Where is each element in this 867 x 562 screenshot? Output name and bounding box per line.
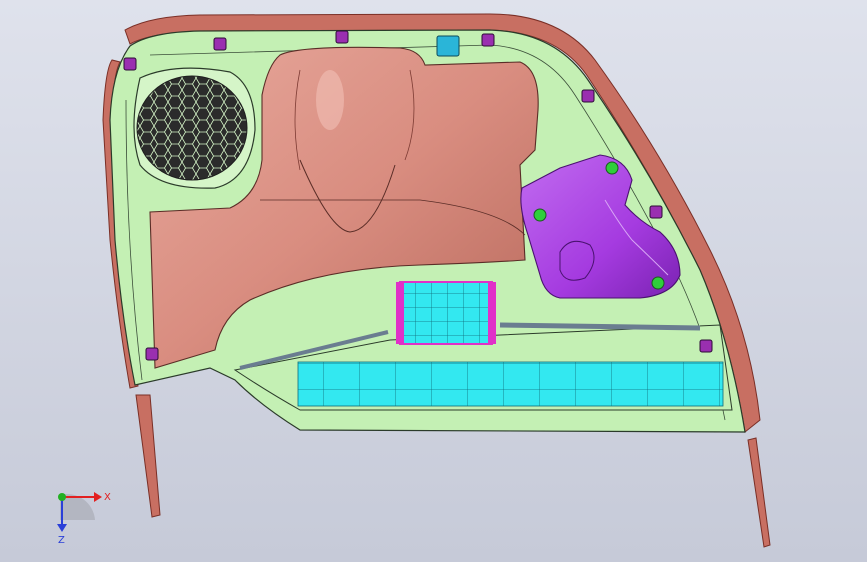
fastener-icon[interactable] xyxy=(213,37,227,51)
fastener-icon[interactable] xyxy=(649,205,663,219)
pocket-insert-grid xyxy=(399,281,493,345)
clip-icon[interactable] xyxy=(436,35,460,57)
y-axis-dot-icon xyxy=(58,493,66,501)
fastener-icon[interactable] xyxy=(581,89,595,103)
fastener-icon[interactable] xyxy=(699,339,713,353)
fastener-icon[interactable] xyxy=(335,30,349,44)
bolt-icon[interactable] xyxy=(605,161,619,175)
bolt-icon[interactable] xyxy=(651,276,665,290)
z-axis-label: Z xyxy=(58,535,65,546)
fastener-icon[interactable] xyxy=(481,33,495,47)
pocket-rail xyxy=(499,322,701,331)
speaker-grille[interactable] xyxy=(133,67,256,189)
speaker-mesh xyxy=(136,75,248,181)
bolt-icon[interactable] xyxy=(533,208,547,222)
cad-viewport[interactable]: X Z xyxy=(0,0,867,562)
pocket-floor-grid xyxy=(297,361,724,407)
fastener-icon[interactable] xyxy=(145,347,159,361)
armrest-specular xyxy=(316,70,344,130)
x-axis-label: X xyxy=(104,492,111,503)
door-panel-3d-view[interactable]: X Z xyxy=(0,0,867,562)
fastener-icon[interactable] xyxy=(123,57,137,71)
